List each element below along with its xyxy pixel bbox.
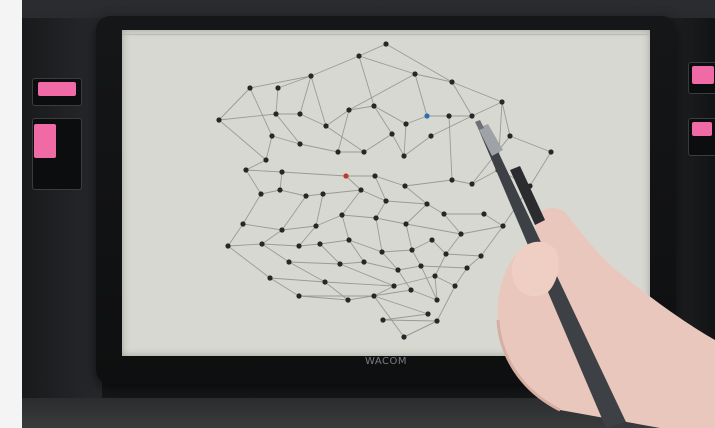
stylus-pen-and-hand <box>475 120 715 428</box>
